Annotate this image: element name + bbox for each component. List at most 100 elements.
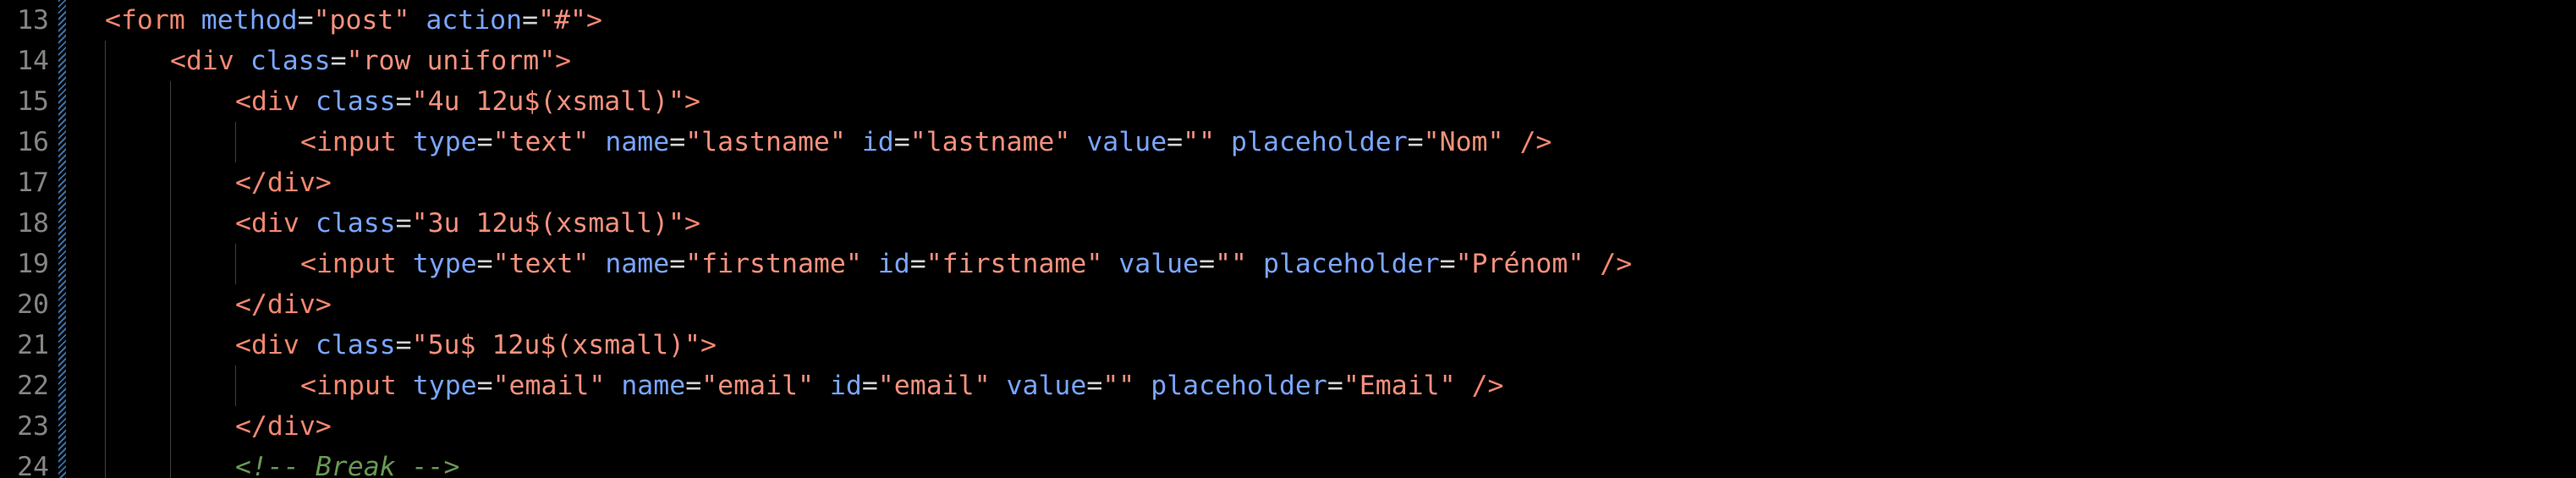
code-token: > [700, 330, 717, 360]
code-token: "4u 12u$(xsmall)" [411, 86, 685, 117]
code-token: id [829, 371, 862, 401]
code-text[interactable]: <input type="text" name="lastname" id="l… [300, 122, 1552, 162]
code-token: "Email" [1343, 371, 1456, 401]
line-number: 23 [17, 411, 49, 442]
code-token: "#" [538, 5, 586, 36]
code-token: = [1167, 127, 1184, 157]
code-token: id [877, 249, 910, 279]
code-text[interactable]: </div> [235, 406, 332, 447]
code-line[interactable]: 18 <div class="3u 12u$(xsmall)"> [0, 203, 2576, 244]
code-text[interactable]: <div class="row uniform"> [170, 41, 571, 81]
code-token: = [297, 5, 314, 36]
code-token: name [605, 127, 670, 157]
code-token: "post" [313, 5, 410, 36]
code-line[interactable]: 19 <input type="text" name="firstname" id… [0, 244, 2576, 284]
code-token: <form [105, 5, 185, 36]
line-number: 17 [17, 168, 49, 198]
code-text[interactable]: <input type="text" name="firstname" id="… [300, 244, 1632, 284]
code-token: method [200, 5, 298, 36]
code-token: "email" [701, 371, 814, 401]
code-token: > [555, 46, 572, 76]
code-token: type [412, 371, 477, 401]
code-token: placeholder [1231, 127, 1408, 157]
code-token: = [395, 86, 412, 117]
code-text[interactable]: <div class="3u 12u$(xsmall)"> [235, 203, 700, 244]
code-line[interactable]: 21 <div class="5u$ 12u$(xsmall)"> [0, 325, 2576, 365]
code-token: action [426, 5, 523, 36]
line-number: 24 [17, 452, 49, 478]
code-token: </div> [235, 289, 332, 320]
code-token: = [476, 249, 493, 279]
code-token: <input [300, 371, 397, 401]
line-number: 22 [17, 371, 49, 401]
code-line[interactable]: 16 <input type="text" name="lastname" id=… [0, 122, 2576, 162]
line-number: 16 [17, 127, 49, 157]
code-token: = [1326, 371, 1343, 401]
code-line[interactable]: 14 <div class="row uniform"> [0, 41, 2576, 81]
code-line[interactable]: 24 <!-- Break --> [0, 447, 2576, 478]
code-token: class [315, 86, 396, 117]
code-token: = [395, 208, 412, 239]
code-token: /> [1471, 371, 1504, 401]
code-token: <div [235, 86, 299, 117]
code-token: "email" [877, 371, 991, 401]
code-token: > [684, 208, 700, 239]
code-token: = [909, 249, 926, 279]
code-token: type [412, 249, 477, 279]
line-number: 19 [17, 249, 49, 279]
code-token: = [522, 5, 539, 36]
code-token: "" [1102, 371, 1135, 401]
code-line[interactable]: 15 <div class="4u 12u$(xsmall)"> [0, 81, 2576, 122]
code-text[interactable]: <form method="post" action="#"> [105, 0, 602, 41]
code-line[interactable]: 22 <input type="email" name="email" id="e… [0, 365, 2576, 406]
code-token: placeholder [1151, 371, 1327, 401]
code-token: id [861, 127, 894, 157]
code-line[interactable]: 17 </div> [0, 162, 2576, 203]
code-text[interactable]: <div class="4u 12u$(xsmall)"> [235, 81, 700, 122]
code-token: = [669, 127, 686, 157]
line-number: 15 [17, 86, 49, 117]
code-token: name [621, 371, 686, 401]
code-line[interactable]: 13 <form method="post" action="#"> [0, 0, 2576, 41]
line-number: 18 [17, 208, 49, 239]
code-token: "text" [492, 249, 590, 279]
code-text[interactable]: <input type="email" name="email" id="ema… [300, 365, 1504, 406]
code-token: = [476, 127, 493, 157]
code-text[interactable]: <!-- Break --> [235, 447, 460, 478]
code-token: </div> [235, 411, 332, 442]
code-token: value [1118, 249, 1200, 279]
code-token: > [586, 5, 602, 36]
code-token: = [1086, 371, 1103, 401]
code-text[interactable]: </div> [235, 284, 332, 325]
code-token: = [1199, 249, 1216, 279]
line-number: 13 [17, 5, 49, 36]
code-token: class [315, 330, 396, 360]
code-editor[interactable]: 13 <form method="post" action="#"> 14 <div … [0, 0, 2576, 478]
code-token: <div [235, 208, 299, 239]
code-token: "Nom" [1423, 127, 1504, 157]
code-line[interactable]: 23 </div> [0, 406, 2576, 447]
code-token: = [669, 249, 686, 279]
code-token: "text" [492, 127, 590, 157]
code-token: type [412, 127, 477, 157]
code-line[interactable]: 20 </div> [0, 284, 2576, 325]
line-number: 20 [17, 289, 49, 320]
code-text[interactable]: <div class="5u$ 12u$(xsmall)"> [235, 325, 717, 365]
code-text[interactable]: </div> [235, 162, 332, 203]
